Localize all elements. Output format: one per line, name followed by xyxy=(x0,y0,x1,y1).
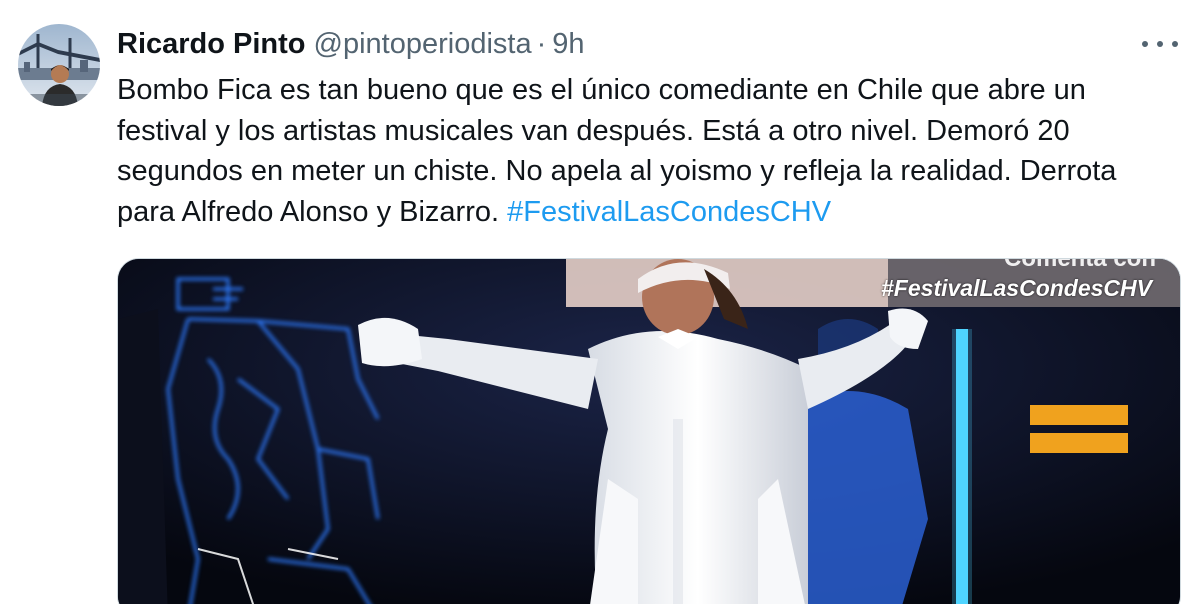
more-options-button[interactable] xyxy=(1142,32,1178,56)
author-handle[interactable]: @pintoperiodista xyxy=(314,26,532,62)
more-horizontal-icon xyxy=(1142,41,1148,47)
tweet-header: Ricardo Pinto @pintoperiodista · 9h xyxy=(117,26,585,62)
tweet-text: Bombo Fica es tan bueno que es el único … xyxy=(117,70,1177,232)
media-overlay-hashtag: #FestivalLasCondesCHV xyxy=(881,275,1152,301)
separator-dot: · xyxy=(536,28,547,60)
more-horizontal-icon xyxy=(1157,41,1163,47)
more-horizontal-icon xyxy=(1172,41,1178,47)
tweet-media-image[interactable]: Comenta con #FestivalLasCondesCHV xyxy=(117,258,1181,604)
media-scene xyxy=(118,259,1180,604)
avatar-image xyxy=(18,24,100,106)
hashtag-link[interactable]: #FestivalLasCondesCHV xyxy=(507,196,831,228)
tweet: Ricardo Pinto @pintoperiodista · 9h Bomb… xyxy=(0,0,1200,604)
author-display-name[interactable]: Ricardo Pinto xyxy=(117,26,306,62)
media-overlay-top-text: Comenta con xyxy=(1003,258,1156,272)
avatar[interactable] xyxy=(18,24,100,106)
tweet-timestamp[interactable]: 9h xyxy=(552,26,584,62)
